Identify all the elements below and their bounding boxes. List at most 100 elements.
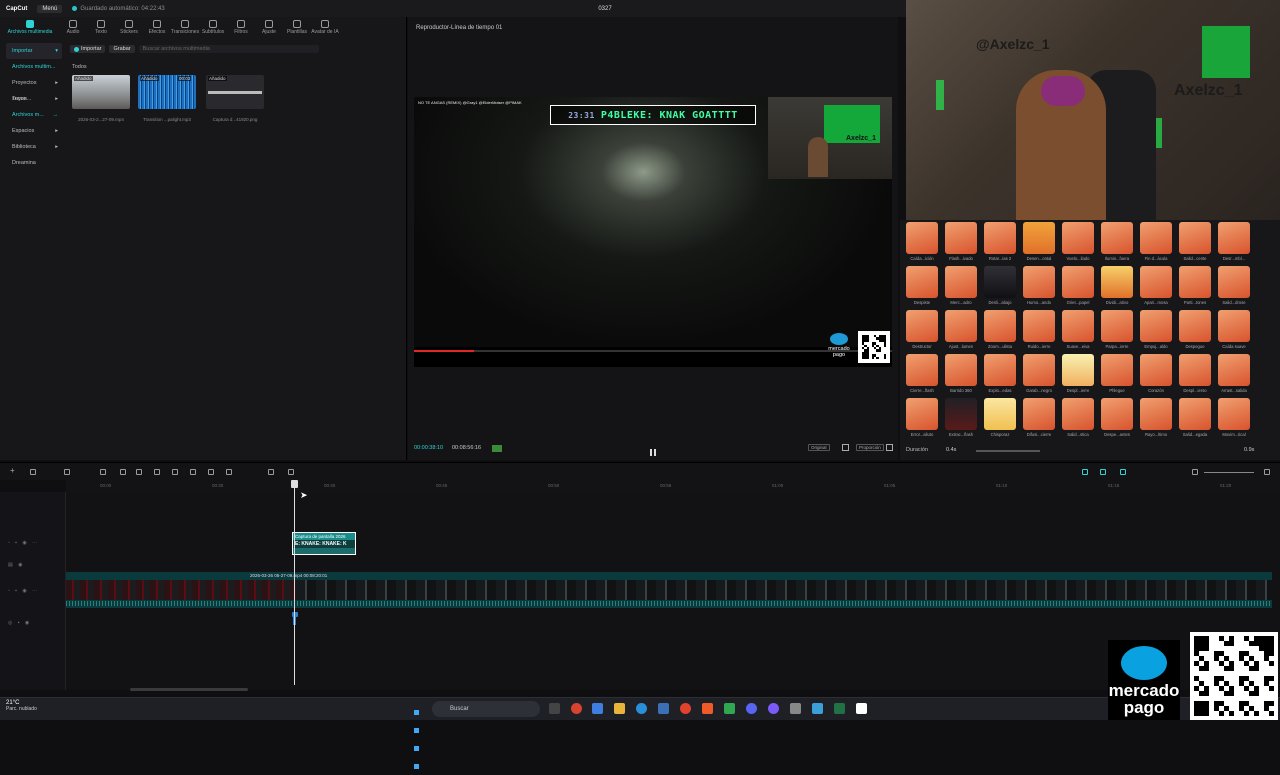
effect-thumb[interactable] [984,266,1016,298]
folder-icon[interactable] [614,703,625,714]
text-track-controls[interactable]: ▫ ▪ ◉ ⋯ [8,540,39,546]
excel-icon[interactable] [834,703,845,714]
import-button[interactable]: Importar [70,45,106,53]
effect-thumb[interactable] [1140,266,1172,298]
edge-icon[interactable] [636,703,647,714]
effect-thumb[interactable] [945,222,977,254]
effect-thumb[interactable] [984,310,1016,342]
effect-thumb[interactable] [1062,398,1094,430]
toolbar-tab[interactable]: Efectos [146,17,168,39]
media-thumb-video[interactable]: Añadido [72,75,130,109]
task-view-icon[interactable] [549,703,560,714]
effect-thumb[interactable] [1140,310,1172,342]
start-icon[interactable] [414,703,425,769]
toolbar-tab[interactable]: Texto [90,17,112,39]
effect-thumb[interactable] [1023,354,1055,386]
effect-thumb[interactable] [1101,266,1133,298]
adjust-icon[interactable] [288,469,294,475]
effect-thumb[interactable] [1218,310,1250,342]
toolbar-tab[interactable]: Subtítulos [202,17,224,39]
toolbar-tab[interactable]: Transiciones [171,17,199,39]
effect-thumb[interactable] [1140,222,1172,254]
proportion-button[interactable]: Proporción [856,444,884,451]
rotate-icon[interactable] [226,469,232,475]
effect-thumb[interactable] [1179,310,1211,342]
timeline-ruler[interactable]: 00:00 00:30 00:40 00:45 00:50 00:55 01:00 01:05… [66,480,1280,492]
effect-thumb[interactable] [945,354,977,386]
effect-thumb[interactable] [1101,354,1133,386]
effect-thumb[interactable] [945,398,977,430]
effect-thumb[interactable] [1101,222,1133,254]
magic-icon[interactable] [268,469,274,475]
main-video-clip[interactable]: 2026-03-26 05-27-09.mp4 00:08:20:01 [66,572,1272,608]
effect-thumb[interactable] [1062,266,1094,298]
zoom-out-icon[interactable] [1192,469,1198,475]
settings-icon[interactable] [790,703,801,714]
obs-icon[interactable] [768,703,779,714]
link-icon[interactable] [1082,469,1088,475]
effect-thumb[interactable] [1023,222,1055,254]
effect-thumb[interactable] [906,398,938,430]
effect-thumb[interactable] [984,354,1016,386]
browser-icon[interactable] [680,703,691,714]
toolbar-tab[interactable]: Ajuste [258,17,280,39]
effect-thumb[interactable] [1140,398,1172,430]
app-icon[interactable] [812,703,823,714]
main-track-controls[interactable]: ▫ ▪ ◉ ⋯ [8,588,39,594]
sidebar-item[interactable]: Proyectos secun... ▸ [6,75,62,102]
fullscreen-icon[interactable] [886,444,893,451]
duration-slider[interactable] [976,450,1040,452]
brave-icon[interactable] [702,703,713,714]
sidebar-item[interactable]: Biblioteca ▸ [6,139,62,155]
trim-right-icon[interactable] [136,469,142,475]
zoom-slider[interactable] [1204,472,1254,473]
sidebar-item[interactable]: Tuyos ▸ [6,91,62,107]
toolbar-tab[interactable]: Archivos multimedia [4,17,56,39]
trim-left-icon[interactable] [120,469,126,475]
playhead[interactable] [291,480,298,685]
toolbar-tab[interactable]: Avatar de IA [311,17,339,39]
select-tool-icon[interactable] [30,469,36,475]
audio-track-controls[interactable]: ◎ ▪ ◉ [8,620,31,626]
marker-icon[interactable] [172,469,178,475]
preview-axis-icon[interactable] [1120,469,1126,475]
weather-widget[interactable]: 21°C Parc. nublado [6,700,37,712]
toolbar-tab[interactable]: Stickers [118,17,140,39]
effect-thumb[interactable] [984,398,1016,430]
media-thumb-image[interactable]: Añadido [206,75,264,109]
toolbar-tab[interactable]: Filtros [230,17,252,39]
split-icon[interactable] [100,469,106,475]
duration-value-right[interactable]: 0.9s [1244,447,1254,453]
effect-thumb[interactable] [984,222,1016,254]
timeline-scrollbar[interactable] [130,688,248,691]
effect-thumb[interactable] [1062,222,1094,254]
audio-clip[interactable] [292,612,298,628]
text-overlay[interactable]: 23:31 P4BLEKE: KNAK GOATTTT [550,105,756,125]
effect-thumb[interactable] [1023,310,1055,342]
record-button[interactable]: Grabar [109,45,135,53]
store-icon[interactable] [658,703,669,714]
chrome-icon[interactable] [571,703,582,714]
effect-thumb[interactable] [945,310,977,342]
media-thumb-audio[interactable]: Añadido 00:03 [138,75,196,109]
taskbar-search[interactable]: Buscar [432,701,540,717]
effect-thumb[interactable] [1023,266,1055,298]
effect-thumb[interactable] [1218,354,1250,386]
effect-thumb[interactable] [906,222,938,254]
media-search-input[interactable]: Buscar archivos multimedia [138,45,319,53]
effect-thumb[interactable] [1179,354,1211,386]
mirror-icon[interactable] [208,469,214,475]
effect-thumb[interactable] [1218,398,1250,430]
sidebar-item[interactable]: Archivos m... → [6,107,62,123]
effect-thumb[interactable] [1062,310,1094,342]
video-progress[interactable] [414,350,892,352]
effect-thumb[interactable] [945,266,977,298]
toolbar-tab[interactable]: Plantillas [286,17,308,39]
effect-thumb[interactable] [1218,266,1250,298]
effect-thumb[interactable] [1101,310,1133,342]
undo-icon[interactable] [64,469,70,475]
sidebar-item[interactable]: Archivos multim... [6,59,62,75]
copilot-icon[interactable] [592,703,603,714]
add-icon[interactable]: + [10,466,16,475]
sub-track-controls[interactable]: ▤ ◉ [8,562,24,568]
